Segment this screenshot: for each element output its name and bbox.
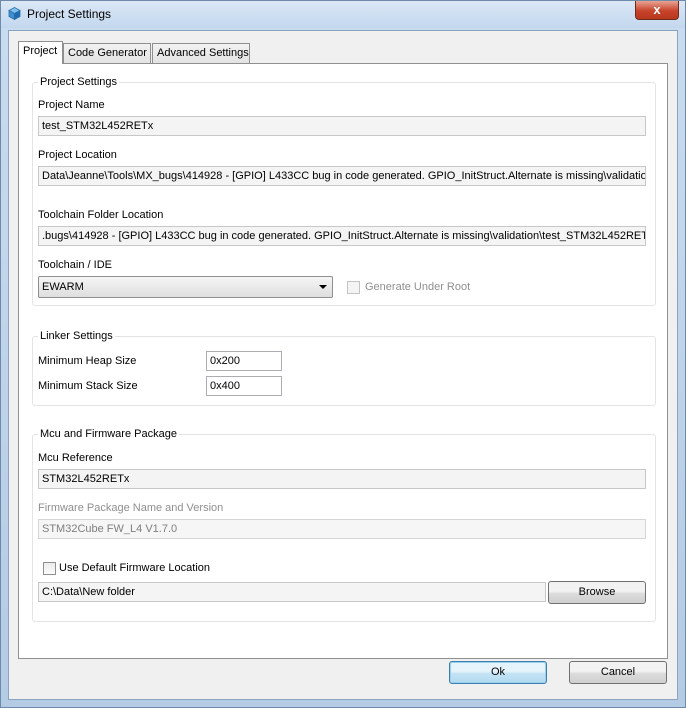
project-settings-group: Project Settings Project Name test_STM32…	[32, 76, 656, 306]
firmware-package-label: Firmware Package Name and Version	[38, 502, 224, 514]
project-name-label: Project Name	[38, 99, 105, 111]
dialog-client: Project Code Generator Advanced Settings…	[8, 30, 678, 700]
toolchain-folder-field[interactable]: .bugs\414928 - [GPIO] L433CC bug in code…	[38, 226, 646, 246]
min-stack-label: Minimum Stack Size	[38, 380, 138, 392]
firmware-package-field[interactable]: STM32Cube FW_L4 V1.7.0	[38, 519, 646, 539]
group-title-mcu-firmware: Mcu and Firmware Package	[38, 428, 179, 440]
project-settings-window: Project Settings x Project Code Generato…	[0, 0, 686, 708]
title-bar[interactable]: Project Settings x	[1, 1, 685, 28]
min-stack-field[interactable]: 0x400	[206, 376, 282, 396]
project-location-field[interactable]: Data\Jeanne\Tools\MX_bugs\414928 - [GPIO…	[38, 166, 646, 186]
use-default-location-label: Use Default Firmware Location	[59, 562, 211, 574]
toolchain-folder-label: Toolchain Folder Location	[38, 209, 164, 221]
window-title: Project Settings	[27, 7, 112, 21]
close-button[interactable]: x	[635, 1, 679, 20]
project-location-label: Project Location	[38, 149, 117, 161]
tab-code-generator[interactable]: Code Generator	[63, 43, 151, 63]
min-heap-label: Minimum Heap Size	[38, 355, 137, 367]
min-heap-field[interactable]: 0x200	[206, 351, 282, 371]
toolchain-ide-label: Toolchain / IDE	[38, 259, 112, 271]
toolchain-ide-select[interactable]: EWARM	[38, 276, 333, 298]
use-default-location-checkbox[interactable]	[43, 562, 56, 575]
mcu-reference-field[interactable]: STM32L452RETx	[38, 469, 646, 489]
firmware-location-field[interactable]: C:\Data\New folder	[38, 582, 546, 602]
group-title-linker-settings: Linker Settings	[38, 330, 115, 342]
chevron-down-icon	[319, 285, 327, 289]
ok-button[interactable]: Ok	[449, 661, 547, 684]
toolchain-ide-value: EWARM	[42, 281, 84, 293]
cube-icon	[8, 7, 21, 20]
project-name-field[interactable]: test_STM32L452RETx	[38, 116, 646, 136]
mcu-firmware-group: Mcu and Firmware Package Mcu Reference S…	[32, 428, 656, 622]
tab-project[interactable]: Project	[18, 41, 63, 64]
cancel-button[interactable]: Cancel	[569, 661, 667, 684]
generate-under-root-label: Generate Under Root	[365, 281, 471, 293]
group-title-project-settings: Project Settings	[38, 76, 120, 88]
mcu-reference-label: Mcu Reference	[38, 452, 113, 464]
linker-settings-group: Linker Settings Minimum Heap Size 0x200 …	[32, 330, 656, 406]
tab-panel-project: Project Settings Project Name test_STM32…	[18, 63, 668, 659]
browse-button[interactable]: Browse	[548, 581, 646, 604]
generate-under-root-checkbox[interactable]	[347, 281, 360, 294]
tab-advanced-settings[interactable]: Advanced Settings	[152, 43, 250, 63]
